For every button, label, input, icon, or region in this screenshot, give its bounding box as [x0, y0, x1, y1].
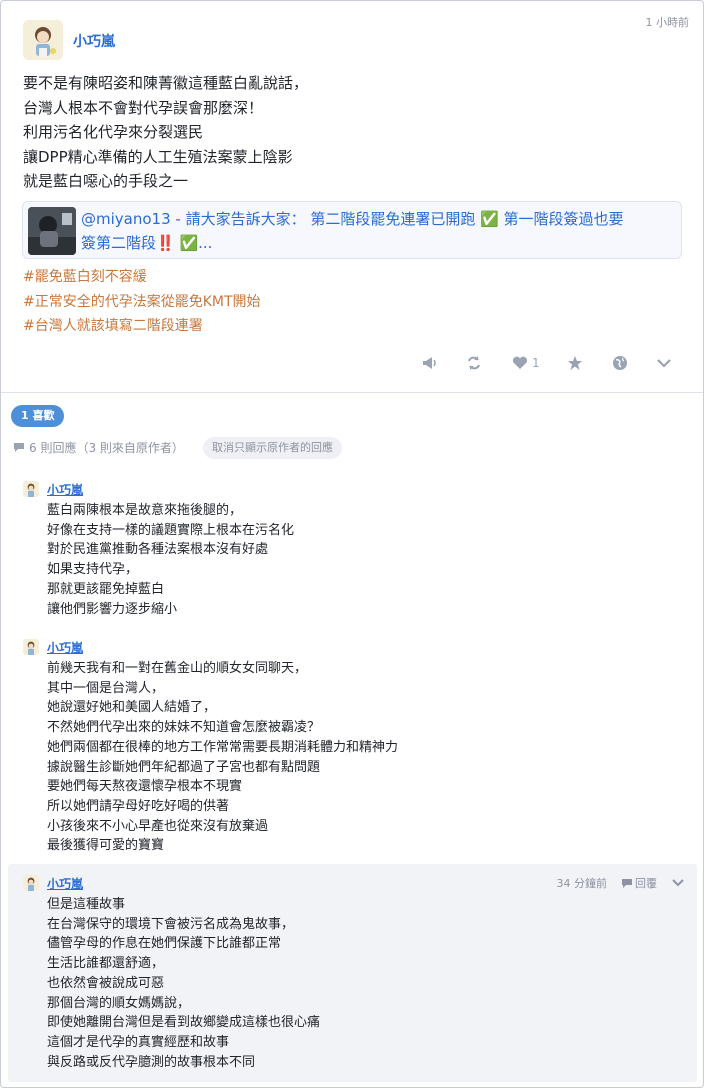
action-bar: 1 [1, 353, 703, 373]
reply-line: 但是這種故事 [47, 897, 126, 912]
reply-avatar[interactable] [23, 639, 39, 655]
bookmark-button[interactable] [567, 353, 583, 373]
reply-timestamp[interactable]: 34 分鐘前 [557, 875, 608, 891]
visibility-button[interactable] [612, 353, 628, 373]
post-line: 讓DPP精心準備的人工生殖法案蒙上陰影 [23, 147, 293, 166]
chevron-down-icon[interactable] [671, 878, 685, 888]
reply-line: 她們兩個都在很棒的地方工作常常需要長期消耗體力和精神力 [47, 739, 399, 755]
reply-line: 生活比誰都還舒適， [47, 956, 165, 972]
reply-action-button[interactable]: 回覆 [621, 875, 657, 891]
reply-button[interactable] [421, 353, 439, 373]
avatar-image [23, 875, 39, 891]
like-count: 1 [532, 356, 540, 370]
reply-author[interactable]: 小巧嵐 [47, 875, 83, 892]
reply-line: 在台灣保守的環境下會被污名成為鬼故事， [47, 916, 295, 932]
author-avatar[interactable] [23, 20, 63, 60]
reply-line: 對於民進黨推動各種法案根本沒有好處 [47, 542, 269, 558]
hashtag-link[interactable]: #台灣人就該填寫二階段連署 [23, 314, 261, 339]
avatar-image [23, 639, 39, 655]
reply-content: 前幾天我有和一對在舊金山的順女女同聊天， 其中一個是台灣人， 她說還好她和美國人… [47, 659, 398, 856]
reply-meta: 34 分鐘前 回覆 [557, 875, 686, 891]
boost-button[interactable] [466, 353, 482, 373]
reply-line: 儘管孕母的作息在她們保護下比誰都正常 [47, 936, 282, 952]
author-name[interactable]: 小巧嵐 [73, 31, 115, 51]
reply-line: 那就更該罷免掉藍白 [47, 581, 165, 597]
reply-line: 前幾天我有和一對在舊金山的順女女同聊天， [47, 661, 308, 676]
retweet-icon [468, 356, 480, 370]
reply-line: 最後獲得可愛的寶寶 [47, 838, 165, 854]
avatar-image [23, 20, 63, 60]
post-line: 台灣人根本不會對代孕誤會那麼深！ [23, 98, 264, 117]
hashtag-link[interactable]: #罷免藍白刻不容緩 [23, 265, 261, 290]
post-line: 利用污名化代孕來分裂選民 [23, 123, 204, 141]
reply-action-label: 回覆 [635, 877, 657, 890]
more-menu-button[interactable] [656, 353, 672, 373]
card-text[interactable]: @miyano13 - 請大家告訴大家： 第二階段罷免連署已開跑 ✅ 第一階段簽… [81, 207, 673, 255]
reply-avatar[interactable] [23, 875, 39, 891]
post-line: 要不是有陳昭姿和陳菁徽這種藍白亂說話， [23, 74, 309, 92]
reply-line: 小孩後來不小心早產也從來沒有放棄過 [47, 818, 269, 834]
post-line: 就是藍白噁心的手段之一 [23, 172, 189, 190]
card-text-line: 簽第二階段‼️ ✅... [81, 234, 213, 252]
reply-line: 她說還好她和美國人結婚了， [47, 700, 217, 716]
reply-line: 所以她們請孕母好吃好喝的供著 [47, 798, 230, 814]
card-thumbnail [28, 207, 76, 255]
reply-line: 那個台灣的順女媽媽說， [47, 995, 191, 1011]
reply-line: 好像在支持一樣的議題實際上根本在污名化 [47, 522, 295, 538]
reply-summary: 6 則回應（3 則來自原作者） [13, 439, 184, 456]
reply-line: 不然她們代孕出來的妹妹不知道會怎麼被霸凌？ [47, 720, 321, 736]
hashtag-link[interactable]: #正常安全的代孕法案從罷免KMT開始 [23, 290, 261, 315]
author-filter-toggle[interactable]: 取消只顯示原作者的回應 [203, 437, 342, 459]
reply-line: 如果支持代孕， [47, 562, 139, 578]
link-preview-card[interactable]: @miyano13 - 請大家告訴大家： 第二階段罷免連署已開跑 ✅ 第一階段簽… [22, 201, 682, 259]
reply-line: 這個才是代孕的真實經歷和故事 [47, 1034, 230, 1050]
reply-line: 讓他們影響力逐步縮小 [47, 601, 178, 617]
reply-line: 與反路或反代孕臆測的故事根本不同 [47, 1054, 256, 1070]
star-icon [568, 356, 582, 370]
reply-line: 也依然會被說成可惡 [47, 975, 165, 991]
avatar-image [23, 481, 39, 497]
globe-icon [613, 356, 627, 370]
reply-content: 藍白兩陳根本是故意來拖後腿的， 好像在支持一樣的議題實際上根本在污名化 對於民進… [47, 501, 294, 619]
post-content: 要不是有陳昭姿和陳菁徽這種藍白亂說話， 台灣人根本不會對代孕誤會那麼深！ 利用污… [23, 71, 308, 194]
reply-author[interactable]: 小巧嵐 [47, 481, 83, 498]
comment-icon [622, 878, 632, 888]
favourite-button[interactable]: 1 [512, 353, 540, 373]
status-panel: 小巧嵐 1 小時前 要不是有陳昭姿和陳菁徽這種藍白亂說話， 台灣人根本不會對代孕… [0, 0, 704, 1088]
heart-icon [512, 356, 528, 369]
reply-summary-text: 6 則回應（3 則來自原作者） [29, 441, 184, 455]
reply-line: 要她們每天熬夜還懷孕根本不現實 [47, 779, 243, 795]
main-post: 小巧嵐 1 小時前 要不是有陳昭姿和陳菁徽這種藍白亂說話， 台灣人根本不會對代孕… [1, 1, 703, 393]
hashtag-list: #罷免藍白刻不容緩 #正常安全的代孕法案從罷免KMT開始 #台灣人就該填寫二階段… [23, 265, 261, 339]
thumbnail-image [28, 207, 76, 255]
reply-line: 其中一個是台灣人， [47, 680, 165, 696]
chevron-down-icon [657, 359, 671, 368]
reply-line: 據說醫生診斷她們年紀都過了子宮也都有點問題 [47, 759, 321, 775]
reply-content: 但是這種故事 在台灣保守的環境下會被污名成為鬼故事， 儘管孕母的作息在她們保護下… [47, 895, 320, 1072]
likes-badge[interactable]: 1 喜歡 [11, 405, 65, 427]
reply-line: 即使她離開台灣但是看到故鄉變成這樣也很心痛 [47, 1015, 321, 1031]
card-text-line: @miyano13 - 請大家告訴大家： 第二階段罷免連署已開跑 ✅ 第一階段簽… [81, 210, 624, 228]
reply-line: 藍白兩陳根本是故意來拖後腿的， [47, 503, 243, 518]
reply-author[interactable]: 小巧嵐 [47, 639, 83, 656]
post-timestamp[interactable]: 1 小時前 [646, 14, 690, 30]
megaphone-icon [423, 357, 436, 369]
comment-icon [14, 443, 24, 452]
reply-avatar[interactable] [23, 481, 39, 497]
